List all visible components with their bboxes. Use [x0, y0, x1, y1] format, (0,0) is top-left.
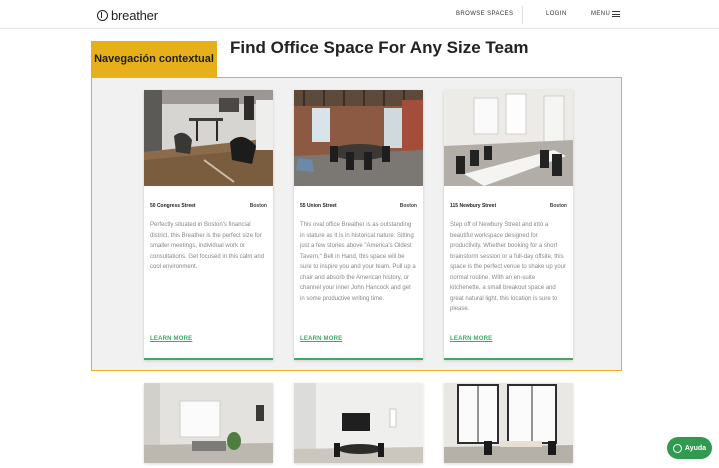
listing-description: This oval office Breather is as outstand…	[300, 222, 416, 302]
office-photo-icon[interactable]	[144, 383, 273, 463]
office-photo-icon[interactable]	[294, 90, 423, 186]
listing-card[interactable]: 115 Newbury Street Boston Step off of Ne…	[444, 90, 573, 360]
listing-name: 50 Congress Street	[150, 203, 196, 209]
listing-city: Boston	[249, 203, 267, 209]
listing-name: 55 Union Street	[300, 203, 337, 209]
breather-logo-icon	[97, 9, 108, 21]
learn-more-link[interactable]: LEARN MORE	[450, 336, 492, 342]
chat-icon	[672, 443, 682, 453]
listing-description: Perfectly situated in Boston's financial…	[150, 222, 265, 270]
office-photo-icon[interactable]	[294, 383, 423, 463]
learn-more-link[interactable]: LEARN MORE	[300, 336, 342, 342]
logo-text: breather	[111, 7, 158, 23]
listing-card[interactable]	[444, 383, 573, 463]
listing-card[interactable]: 50 Congress Street Boston Perfectly situ…	[144, 90, 273, 360]
nav-divider	[522, 6, 523, 24]
listing-description: Step off of Newbury Street and into a be…	[450, 222, 567, 312]
learn-more-link[interactable]: LEARN MORE	[150, 336, 192, 342]
page-title: Find Office Space For Any Size Team	[230, 38, 529, 57]
breather-logo[interactable]: breather	[97, 7, 158, 23]
help-button-label: Ayuda	[684, 444, 707, 452]
office-photo-icon[interactable]	[144, 90, 273, 186]
listing-card[interactable]	[294, 383, 423, 463]
top-navigation-bar: breather BROWSE SPACES LOGIN MENU	[0, 0, 719, 29]
listing-city: Boston	[549, 203, 567, 209]
menu-button[interactable]: MENU	[591, 11, 610, 17]
login-link[interactable]: LOGIN	[546, 11, 567, 17]
listing-card[interactable]: 55 Union Street Boston This oval office …	[294, 90, 423, 360]
listing-city: Boston	[399, 203, 417, 209]
help-chat-button[interactable]: Ayuda	[667, 437, 712, 459]
contextual-navigation-tag: Navegación contextual	[91, 41, 217, 77]
office-photo-icon[interactable]	[444, 383, 573, 463]
listing-card[interactable]	[144, 383, 273, 463]
hamburger-menu-icon[interactable]	[612, 11, 620, 17]
office-photo-icon[interactable]	[444, 90, 573, 186]
browse-spaces-link[interactable]: BROWSE SPACES	[456, 11, 513, 17]
listing-name: 115 Newbury Street	[450, 203, 497, 209]
